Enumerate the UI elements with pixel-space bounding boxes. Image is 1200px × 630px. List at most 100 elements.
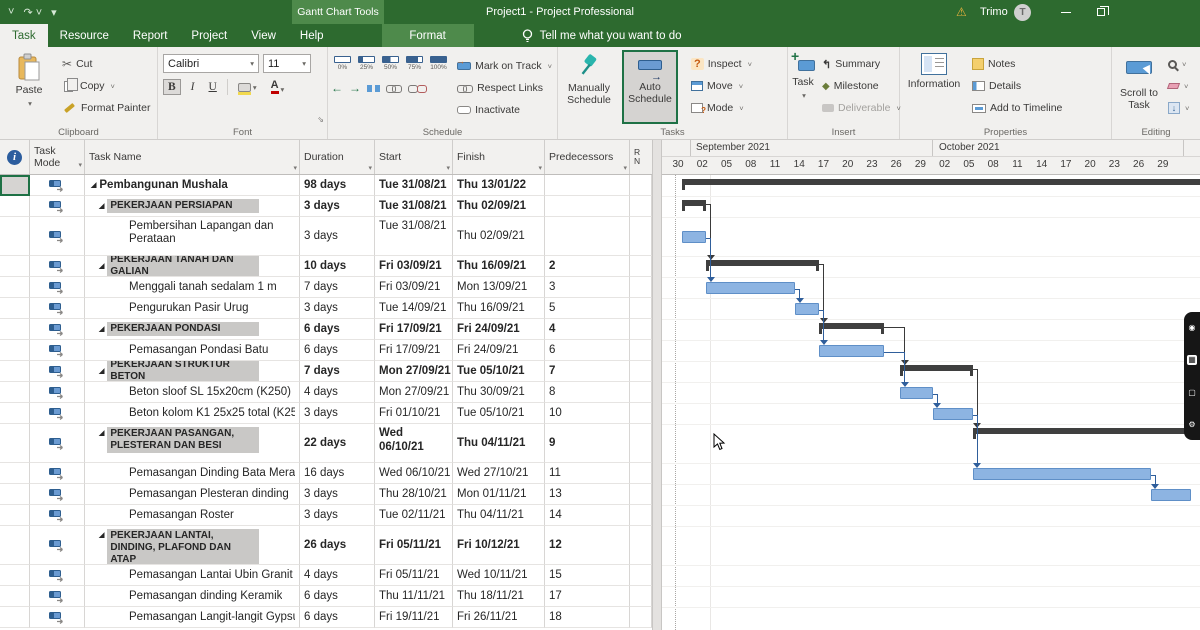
predecessors-cell[interactable]: 5	[545, 298, 630, 319]
recorder-record-icon[interactable]: ◉	[1187, 323, 1197, 332]
start-cell[interactable]: Fri 19/11/21	[375, 607, 453, 628]
resource-names-cell[interactable]	[630, 505, 652, 526]
row-info-cell[interactable]	[0, 607, 30, 628]
resource-names-cell[interactable]	[630, 565, 652, 586]
gantt-bar-task-row10[interactable]	[900, 387, 932, 399]
font-color-button[interactable]: A▾	[267, 79, 289, 95]
task-mode-column-header[interactable]: Task Mode▾	[30, 140, 85, 174]
gantt-bar-summary-row4[interactable]	[706, 260, 819, 266]
information-button[interactable]: Information	[903, 50, 965, 124]
underline-button[interactable]: U	[205, 80, 221, 94]
duration-cell[interactable]: 3 days	[300, 217, 375, 256]
redo-icon[interactable]: ↷ ˅	[23, 6, 42, 19]
filter-icon[interactable]: ▾	[78, 160, 82, 172]
filter-icon[interactable]: ▾	[446, 164, 450, 172]
duration-cell[interactable]: 3 days	[300, 505, 375, 526]
task-mode-cell[interactable]	[30, 277, 85, 298]
predecessors-cell[interactable]	[545, 175, 630, 196]
start-cell[interactable]: Tue 31/08/21	[375, 196, 453, 217]
row-info-cell[interactable]	[0, 256, 30, 277]
gantt-bar-task-row11[interactable]	[933, 408, 973, 420]
finish-cell[interactable]: Fri 24/09/21	[453, 340, 545, 361]
resource-names-cell[interactable]	[630, 277, 652, 298]
insert-deliverable-button[interactable]: Deliverable˅	[820, 98, 903, 118]
start-cell[interactable]: Fri 03/09/21	[375, 256, 453, 277]
qat-customize-icon[interactable]: ▾	[51, 6, 57, 19]
start-cell[interactable]: Thu 28/10/21	[375, 484, 453, 505]
task-name-cell[interactable]: Pemasangan Roster	[85, 505, 300, 526]
resource-names-cell[interactable]	[630, 484, 652, 505]
respect-links-button[interactable]: Respect Links	[455, 78, 554, 98]
gantt-bar-summary-row9[interactable]	[900, 365, 973, 371]
predecessors-cell[interactable]: 6	[545, 340, 630, 361]
duration-cell[interactable]: 7 days	[300, 277, 375, 298]
task-name-cell[interactable]: Pemasangan Plesteran dinding	[85, 484, 300, 505]
task-name-cell[interactable]: ◢PEKERJAAN STRUKTUR BETON	[85, 361, 300, 382]
filter-icon[interactable]: ▾	[293, 164, 297, 172]
start-cell[interactable]: Fri 05/11/21	[375, 526, 453, 565]
task-mode-cell[interactable]	[30, 424, 85, 463]
copy-button[interactable]: Copy˅	[60, 76, 152, 96]
resource-names-cell[interactable]	[630, 256, 652, 277]
task-name-column-header[interactable]: Task Name▾	[85, 140, 300, 174]
duration-cell[interactable]: 6 days	[300, 340, 375, 361]
task-mode-cell[interactable]	[30, 505, 85, 526]
duration-cell[interactable]: 3 days	[300, 484, 375, 505]
resource-names-cell[interactable]	[630, 424, 652, 463]
recorder-window-icon[interactable]: ▢	[1187, 388, 1197, 397]
start-cell[interactable]: Fri 17/09/21	[375, 319, 453, 340]
row-info-cell[interactable]	[0, 565, 30, 586]
task-mode-cell[interactable]	[30, 607, 85, 628]
predecessors-cell[interactable]	[545, 196, 630, 217]
gantt-bar-task-row8[interactable]	[819, 345, 884, 357]
duration-cell[interactable]: 6 days	[300, 586, 375, 607]
predecessors-cell[interactable]: 18	[545, 607, 630, 628]
inactivate-button[interactable]: Inactivate	[455, 100, 554, 120]
notes-button[interactable]: Notes	[970, 54, 1064, 74]
start-cell[interactable]: Fri 03/09/21	[375, 277, 453, 298]
finish-cell[interactable]: Wed 10/11/21	[453, 565, 545, 586]
find-button[interactable]: ˅	[1168, 54, 1189, 74]
recorder-settings-icon[interactable]: ⚙	[1187, 420, 1197, 429]
duration-cell[interactable]: 3 days	[300, 298, 375, 319]
mode-button[interactable]: Mode˅	[689, 98, 754, 118]
tab-project[interactable]: Project	[179, 24, 239, 47]
row-info-cell[interactable]	[0, 382, 30, 403]
tab-resource[interactable]: Resource	[48, 24, 121, 47]
duration-cell[interactable]: 4 days	[300, 382, 375, 403]
row-info-cell[interactable]	[0, 277, 30, 298]
duration-cell[interactable]: 4 days	[300, 565, 375, 586]
duration-cell[interactable]: 7 days	[300, 361, 375, 382]
task-mode-cell[interactable]	[30, 196, 85, 217]
finish-cell[interactable]: Thu 16/09/21	[453, 298, 545, 319]
finish-cell[interactable]: Tue 05/10/21	[453, 403, 545, 424]
finish-cell[interactable]: Thu 16/09/21	[453, 256, 545, 277]
task-name-cell[interactable]: Beton kolom K1 25x25 total (K250)	[85, 403, 300, 424]
insert-summary-button[interactable]: ↰Summary	[820, 54, 903, 74]
resource-names-cell[interactable]	[630, 607, 652, 628]
cut-button[interactable]: ✂Cut	[60, 54, 152, 74]
predecessors-cell[interactable]	[545, 217, 630, 256]
finish-cell[interactable]: Thu 04/11/21	[453, 505, 545, 526]
row-info-cell[interactable]	[0, 424, 30, 463]
row-info-cell[interactable]	[0, 505, 30, 526]
avatar[interactable]: T	[1014, 0, 1031, 24]
task-mode-cell[interactable]	[30, 217, 85, 256]
tab-view[interactable]: View	[239, 24, 288, 47]
row-info-cell[interactable]	[0, 526, 30, 565]
info-column-header[interactable]: i	[0, 140, 30, 174]
duration-column-header[interactable]: Duration▾	[300, 140, 375, 174]
duration-cell[interactable]: 26 days	[300, 526, 375, 565]
row-info-cell[interactable]	[0, 403, 30, 424]
finish-cell[interactable]: Thu 30/09/21	[453, 382, 545, 403]
gantt-bar-task-row6[interactable]	[795, 303, 819, 315]
pane-splitter[interactable]	[652, 140, 662, 630]
collapse-icon[interactable]: ◢	[99, 529, 104, 542]
task-name-cell[interactable]: Pembersihan Lapangan dan Perataan	[85, 217, 300, 256]
undo-dropdown-icon[interactable]: ˅	[8, 6, 14, 18]
predecessors-cell[interactable]: 8	[545, 382, 630, 403]
duration-cell[interactable]: 98 days	[300, 175, 375, 196]
recorder-pause-icon[interactable]: ▦	[1187, 355, 1197, 365]
task-mode-cell[interactable]	[30, 403, 85, 424]
details-button[interactable]: Details	[970, 76, 1064, 96]
